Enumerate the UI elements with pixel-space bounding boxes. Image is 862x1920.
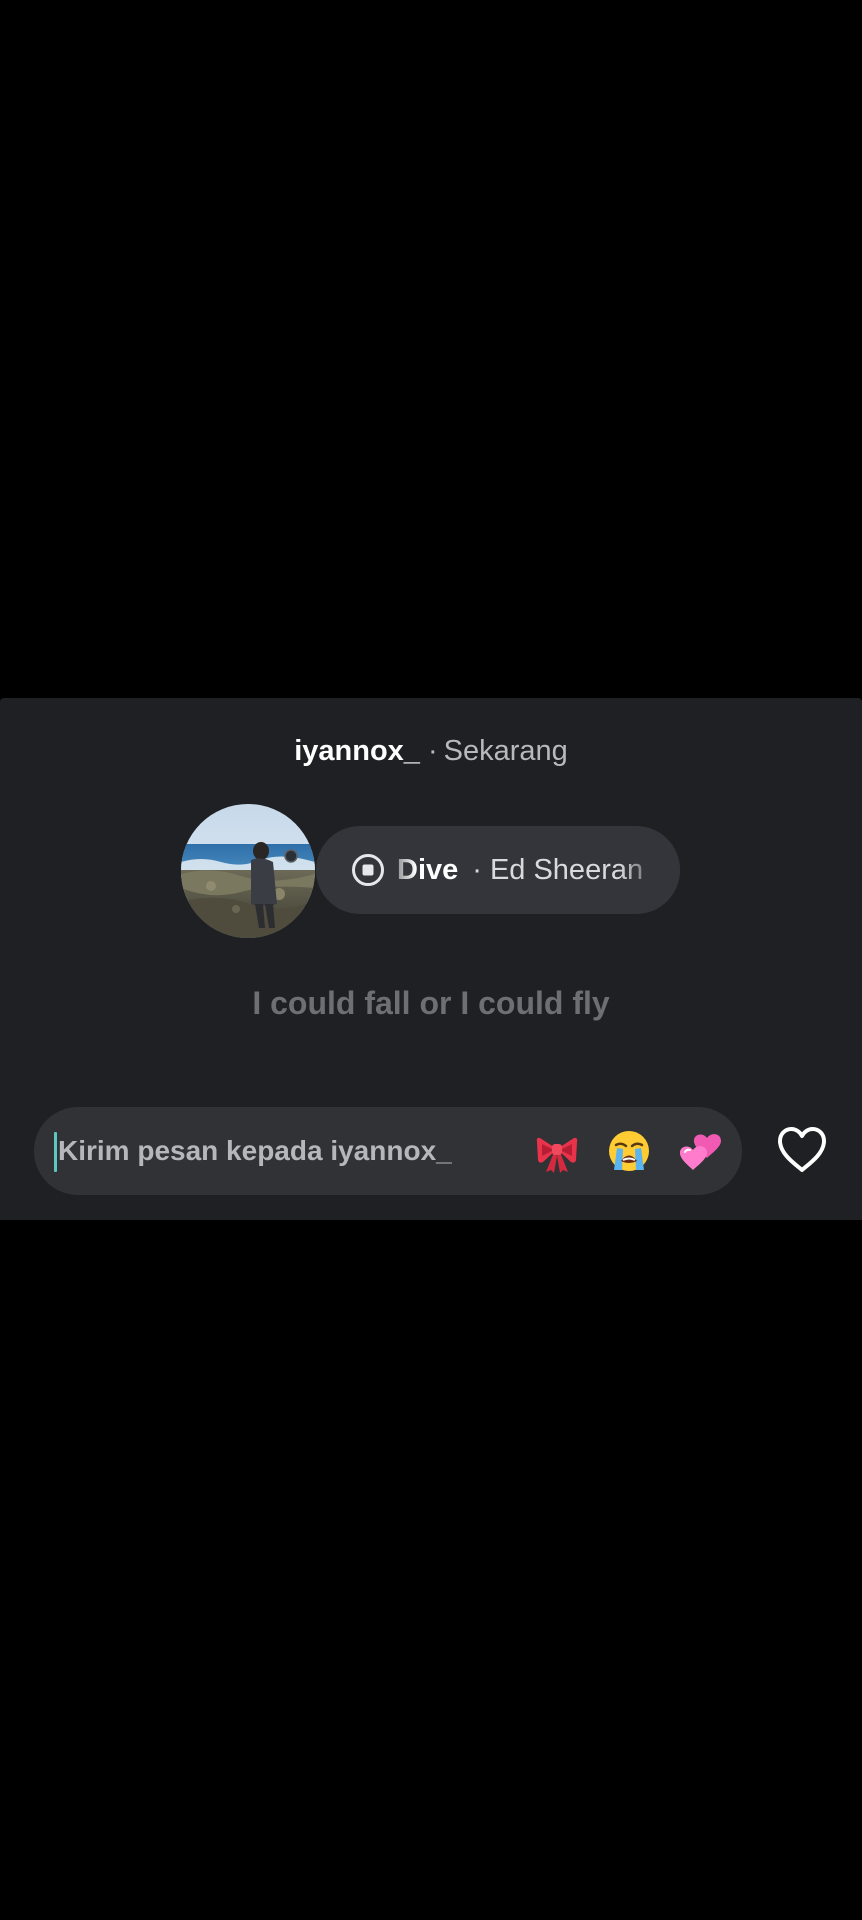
text-caret [54,1132,57,1172]
music-separator: · [472,853,482,886]
username[interactable]: iyannox_ [294,735,420,767]
lyrics-line: I could fall or I could fly [252,985,610,1021]
two-hearts-emoji-button[interactable] [674,1125,726,1177]
like-button[interactable] [774,1122,830,1178]
ribbon-emoji [536,1137,578,1173]
two-hearts-emoji [679,1134,721,1170]
story-header: iyannox_ · Sekarang [0,731,862,771]
avatar[interactable] [181,804,315,938]
song-title: Dive [397,853,459,886]
header-separator: · [427,735,438,767]
artist-name: Ed Sheeran [489,853,644,886]
stop-circle-icon[interactable] [351,853,385,887]
timestamp: Sekarang [443,735,568,767]
message-input[interactable] [58,1125,498,1177]
music-sticker[interactable]: Dive · Ed Sheeran [316,826,680,914]
avatar-photo [181,804,315,938]
loudly-crying-face-emoji [609,1131,649,1171]
story-reply-sheet: iyannox_ · Sekarang Dive · Ed Sheeran I … [0,698,862,1220]
crying-emoji-button[interactable] [603,1125,655,1177]
ribbon-emoji-button[interactable] [531,1125,583,1177]
message-composer [34,1107,742,1195]
heart-outline-icon [778,1127,826,1172]
